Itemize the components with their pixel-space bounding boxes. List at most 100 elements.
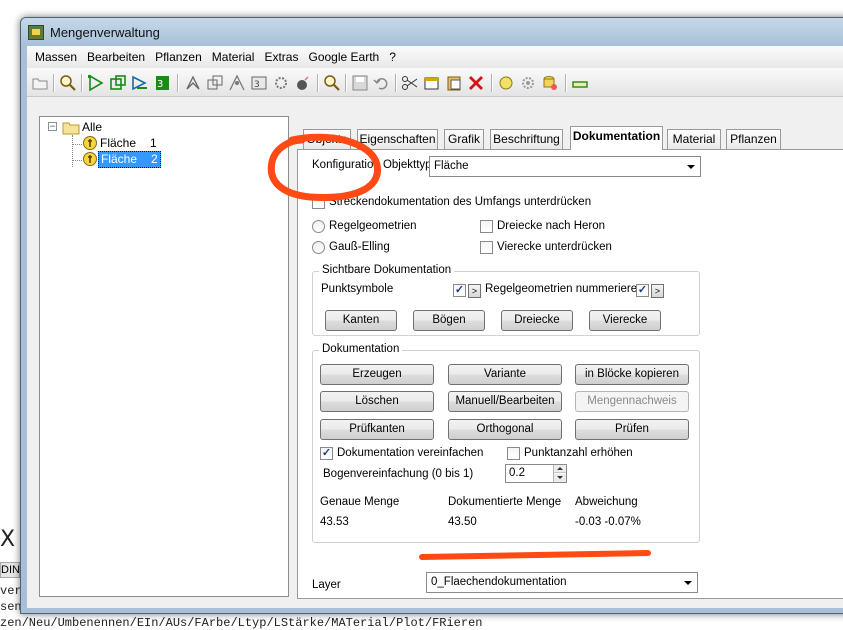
zoom-icon[interactable] bbox=[323, 74, 341, 92]
tree-expander[interactable]: − bbox=[48, 122, 57, 131]
spin-down-icon[interactable] bbox=[554, 474, 566, 482]
vierecke-checkbox[interactable] bbox=[480, 241, 493, 254]
punktsymbole-options-button[interactable]: > bbox=[468, 284, 481, 298]
variante-button[interactable]: Variante bbox=[448, 364, 562, 385]
orthogonal-button[interactable]: Orthogonal bbox=[448, 419, 562, 440]
vierecke-button[interactable]: Vierecke bbox=[589, 310, 661, 331]
visible-doc-title: Sichtbare Dokumentation bbox=[319, 264, 455, 276]
toolbar-separator bbox=[317, 74, 318, 92]
vierecke-label: Vierecke unterdrücken bbox=[497, 241, 612, 253]
tab-material[interactable]: Material bbox=[667, 129, 721, 149]
menu-extras[interactable]: Extras bbox=[259, 47, 303, 67]
tree-root-label: Alle bbox=[82, 119, 103, 134]
gear-icon[interactable] bbox=[272, 74, 290, 92]
regel-nummerieren-checkbox[interactable]: ✓ bbox=[636, 284, 649, 297]
radio-regelgeometrien[interactable] bbox=[312, 220, 325, 233]
mengenverwaltung-window: Mengenverwaltung Massen Bearbeiten Pflan… bbox=[20, 17, 843, 614]
bogen-label: Bogenvereinfachung (0 bis 1) bbox=[323, 468, 474, 480]
value-genaue-menge: 43.53 bbox=[320, 516, 349, 528]
layer-label: Layer bbox=[312, 579, 341, 591]
delete-icon[interactable] bbox=[467, 74, 485, 92]
scatter-icon[interactable] bbox=[228, 74, 246, 92]
window-icon[interactable] bbox=[423, 74, 441, 92]
in-bloecke-kopieren-button[interactable]: in Blöcke kopieren bbox=[575, 364, 689, 385]
mengennachweis-button[interactable]: Mengennachweis bbox=[575, 391, 689, 412]
erzeugen-button[interactable]: Erzeugen bbox=[320, 364, 434, 385]
increase-points-checkbox[interactable] bbox=[507, 447, 520, 460]
menu-material[interactable]: Material bbox=[207, 47, 260, 67]
menu-massen[interactable]: Massen bbox=[30, 47, 82, 67]
radio-gauss-elling[interactable] bbox=[312, 241, 325, 254]
bomb-icon[interactable] bbox=[294, 74, 312, 92]
client-area: Massen Bearbeiten Pflanzen Material Extr… bbox=[27, 46, 843, 608]
spinner-buttons bbox=[553, 465, 566, 482]
command-line-3: zen/Neu/Umbenennen/EIn/AUs/FArbe/Ltyp/LS… bbox=[0, 616, 483, 630]
simplify-checkbox[interactable]: ✓ bbox=[320, 447, 333, 460]
heron-checkbox[interactable] bbox=[480, 220, 493, 233]
copy-icon[interactable] bbox=[206, 74, 224, 92]
menu-bearbeiten[interactable]: Bearbeiten bbox=[82, 47, 150, 67]
toolbar-separator bbox=[565, 74, 566, 92]
3d-icon[interactable]: 3 bbox=[153, 74, 171, 92]
loeschen-button[interactable]: Löschen bbox=[320, 391, 434, 412]
value-abweichung: -0.03 -0.07% bbox=[575, 516, 641, 528]
toolbar-separator bbox=[395, 74, 396, 92]
paste-icon[interactable] bbox=[445, 74, 463, 92]
tab-objekte[interactable]: Objekte bbox=[303, 129, 351, 149]
spin-up-icon[interactable] bbox=[554, 465, 566, 473]
suppress-checkbox[interactable] bbox=[312, 196, 325, 209]
tab-grafik[interactable]: Grafik bbox=[444, 129, 484, 149]
tab-beschriftung[interactable]: Beschriftung bbox=[490, 129, 563, 149]
fan-icon[interactable] bbox=[184, 74, 202, 92]
config-select[interactable]: Fläche bbox=[429, 156, 701, 177]
toolbar: 3 3 bbox=[27, 68, 843, 97]
settings-icon[interactable] bbox=[519, 74, 537, 92]
chevron-down-icon bbox=[684, 581, 692, 585]
command-line-2: sen bbox=[0, 600, 22, 614]
punktsymbole-checkbox[interactable]: ✓ bbox=[453, 284, 466, 297]
suppress-label: Streckendokumentation des Umfangs unterd… bbox=[329, 196, 592, 208]
tab-eigenschaften[interactable]: Eigenschaften bbox=[357, 129, 438, 149]
menu-google-earth[interactable]: Google Earth bbox=[303, 47, 384, 67]
tree-node-flaeche-2[interactable]: Fläche 2 bbox=[82, 150, 161, 168]
cut-icon[interactable] bbox=[401, 74, 419, 92]
regel-options-button[interactable]: > bbox=[651, 284, 664, 298]
pruefen-button[interactable]: Prüfen bbox=[575, 419, 689, 440]
arrow-icon[interactable] bbox=[131, 74, 149, 92]
pruefkanten-button[interactable]: Prüfkanten bbox=[320, 419, 434, 440]
kanten-button[interactable]: Kanten bbox=[325, 310, 397, 331]
save-icon[interactable] bbox=[351, 74, 369, 92]
menu-pflanzen[interactable]: Pflanzen bbox=[150, 47, 207, 67]
title-bar[interactable]: Mengenverwaltung bbox=[21, 18, 843, 46]
minimize-icon[interactable] bbox=[571, 74, 589, 92]
manuell-bearbeiten-button[interactable]: Manuell/Bearbeiten bbox=[448, 391, 562, 412]
triangle-icon[interactable] bbox=[87, 74, 105, 92]
tree-node-root[interactable]: Alle bbox=[62, 119, 104, 135]
database-icon[interactable] bbox=[541, 74, 559, 92]
tab-pflanzen[interactable]: Pflanzen bbox=[726, 129, 781, 149]
object-icon bbox=[83, 136, 97, 150]
app-icon bbox=[28, 25, 44, 40]
circle-icon[interactable] bbox=[497, 74, 515, 92]
tree-node-flaeche-1[interactable]: Fläche 1 bbox=[82, 135, 159, 151]
square-icon[interactable] bbox=[109, 74, 127, 92]
menu-help[interactable]: ? bbox=[384, 47, 401, 67]
tree-item-label-selected: Fläche 2 bbox=[98, 150, 161, 168]
object-icon bbox=[83, 152, 97, 166]
boegen-button[interactable]: Bögen bbox=[413, 310, 485, 331]
bogen-spinner[interactable]: 0.2 bbox=[505, 464, 567, 483]
toolbar-separator bbox=[177, 74, 178, 92]
object-tree[interactable]: − Alle Fläche 1 Fläche 2 bbox=[39, 116, 289, 597]
layer-select[interactable]: 0_Flaechendokumentation bbox=[426, 572, 698, 593]
tree-connector bbox=[72, 135, 73, 167]
tree-connector bbox=[72, 144, 82, 145]
edit-icon[interactable]: 3 bbox=[250, 74, 268, 92]
undo-icon[interactable] bbox=[373, 74, 391, 92]
search-icon[interactable] bbox=[59, 74, 77, 92]
open-folder-icon[interactable] bbox=[31, 74, 49, 92]
chevron-down-icon bbox=[687, 165, 695, 169]
tab-dokumentation[interactable]: Dokumentation bbox=[570, 126, 663, 150]
heron-label: Dreiecke nach Heron bbox=[497, 220, 606, 232]
config-label: Konfiguration Objekttyp bbox=[312, 159, 432, 171]
dreiecke-button[interactable]: Dreiecke bbox=[501, 310, 573, 331]
